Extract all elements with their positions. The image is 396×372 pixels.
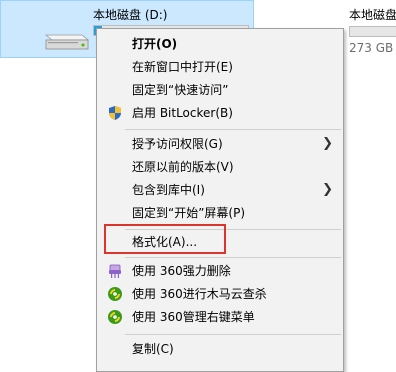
menu-item-open[interactable]: 打开(O)	[97, 33, 343, 55]
menu-item-grant-access[interactable]: 授予访问权限(G) ❯	[97, 133, 343, 155]
menu-separator	[125, 334, 341, 335]
hard-drive-icon	[44, 34, 90, 50]
drive-2-size: 273 GB	[349, 41, 394, 55]
chevron-right-icon: ❯	[322, 136, 333, 151]
menu-item-label: 使用 360进行木马云查杀	[132, 287, 267, 301]
menu-separator	[125, 257, 341, 258]
drive-2-name: 本地磁盘	[349, 8, 396, 22]
shredder-icon	[109, 264, 121, 278]
drive-d-name: 本地磁盘 (D:)	[93, 8, 168, 22]
menu-item-pin-quick-access[interactable]: 固定到“快速访问”	[97, 79, 343, 101]
menu-separator	[125, 129, 341, 130]
menu-item-pin-start[interactable]: 固定到“开始”屏幕(P)	[97, 202, 343, 224]
360-security-icon	[108, 310, 122, 324]
context-menu: 打开(O) 在新窗口中打开(E) 固定到“快速访问” 启用 BitLocker(…	[96, 28, 344, 372]
menu-item-label: 包含到库中(I)	[132, 183, 205, 197]
menu-item-360-manage-menu[interactable]: 使用 360管理右键菜单	[97, 306, 343, 328]
drive-2-usage-bar	[349, 26, 396, 37]
menu-item-include-library[interactable]: 包含到库中(I) ❯	[97, 179, 343, 201]
menu-item-label: 打开(O)	[132, 37, 178, 51]
menu-item-360-trojan-scan[interactable]: 使用 360进行木马云查杀	[97, 283, 343, 305]
menu-item-label: 固定到“开始”屏幕(P)	[132, 206, 246, 220]
menu-item-label: 启用 BitLocker(B)	[132, 106, 233, 120]
menu-item-label: 固定到“快速访问”	[132, 83, 229, 97]
menu-item-label: 授予访问权限(G)	[132, 137, 223, 151]
menu-item-label: 使用 360管理右键菜单	[132, 310, 255, 324]
menu-item-bitlocker[interactable]: 启用 BitLocker(B)	[97, 102, 343, 124]
menu-item-restore-versions[interactable]: 还原以前的版本(V)	[97, 156, 343, 178]
chevron-right-icon: ❯	[322, 182, 333, 197]
format-highlight-box	[104, 224, 226, 254]
menu-item-label: 使用 360强力删除	[132, 264, 231, 278]
shield-icon	[109, 106, 121, 120]
menu-item-label: 还原以前的版本(V)	[132, 160, 234, 174]
360-security-icon	[108, 287, 122, 301]
menu-item-label: 在新窗口中打开(E)	[132, 60, 233, 74]
menu-item-open-new-window[interactable]: 在新窗口中打开(E)	[97, 56, 343, 78]
menu-item-360-shred[interactable]: 使用 360强力删除	[97, 260, 343, 282]
menu-item-copy[interactable]: 复制(C)	[97, 338, 343, 360]
menu-item-label: 复制(C)	[132, 342, 174, 356]
